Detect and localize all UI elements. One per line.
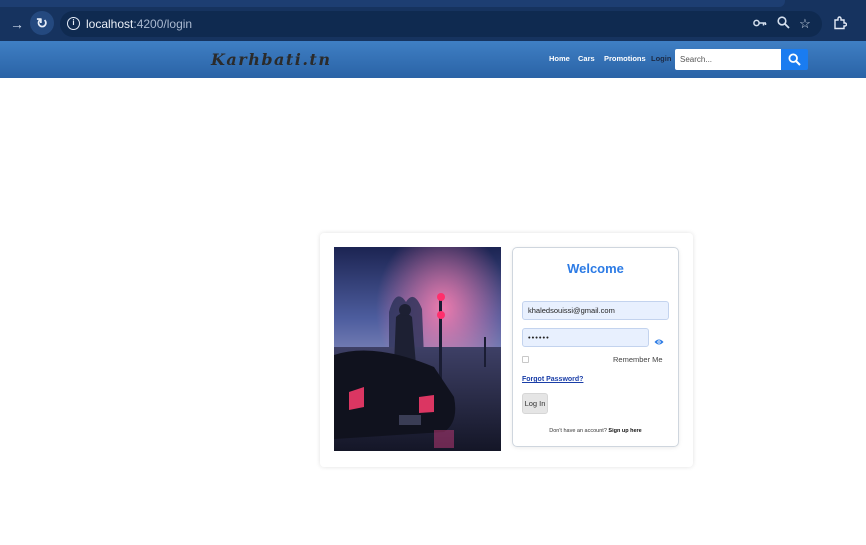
login-title: Welcome — [567, 261, 624, 276]
signup-prompt-text: Don't have an account? — [549, 428, 607, 434]
forgot-password-link[interactable]: Forgot Password? — [522, 376, 583, 383]
login-form: Welcome Remember Me Forgot Password? Log… — [512, 247, 679, 447]
login-button[interactable]: Log In — [522, 393, 548, 414]
signup-prompt: Don't have an account? Sign up here — [513, 428, 678, 434]
url-text[interactable]: localhost:4200/login — [86, 17, 192, 31]
remember-me-checkbox[interactable] — [522, 356, 529, 363]
site-logo[interactable]: Karhbati.tn — [211, 50, 331, 69]
browser-toolbar: → ↻ i localhost:4200/login ☆ — [0, 7, 866, 41]
key-icon[interactable] — [752, 16, 768, 32]
extensions-icon[interactable] — [832, 16, 848, 32]
zoom-icon[interactable] — [775, 16, 791, 32]
reload-icon[interactable]: ↻ — [30, 11, 54, 35]
search-icon — [788, 53, 801, 66]
address-bar[interactable]: i localhost:4200/login ☆ — [60, 11, 822, 37]
remember-me-label: Remember Me — [613, 355, 663, 364]
car-night-illustration — [334, 247, 501, 451]
site-header: Karhbati.tn Home Cars Promotions Login — [0, 41, 866, 78]
search-input[interactable] — [675, 49, 781, 70]
login-card: Welcome Remember Me Forgot Password? Log… — [320, 233, 693, 467]
password-field[interactable] — [522, 328, 649, 347]
forward-arrow-icon[interactable]: → — [8, 15, 26, 33]
nav-home[interactable]: Home — [549, 54, 570, 63]
signup-link[interactable]: Sign up here — [608, 428, 641, 434]
url-path: :4200/login — [133, 17, 193, 31]
nav-promotions[interactable]: Promotions — [604, 54, 646, 63]
browser-tabstrip — [0, 0, 866, 7]
email-field[interactable] — [522, 301, 669, 320]
url-host: localhost — [86, 17, 134, 31]
nav-login[interactable]: Login — [651, 54, 671, 63]
site-info-icon[interactable]: i — [67, 17, 80, 30]
active-tab[interactable] — [0, 0, 785, 7]
nav-cars[interactable]: Cars — [578, 54, 595, 63]
star-icon[interactable]: ☆ — [797, 16, 813, 32]
eye-icon[interactable] — [654, 333, 664, 351]
search-button[interactable] — [781, 49, 808, 70]
